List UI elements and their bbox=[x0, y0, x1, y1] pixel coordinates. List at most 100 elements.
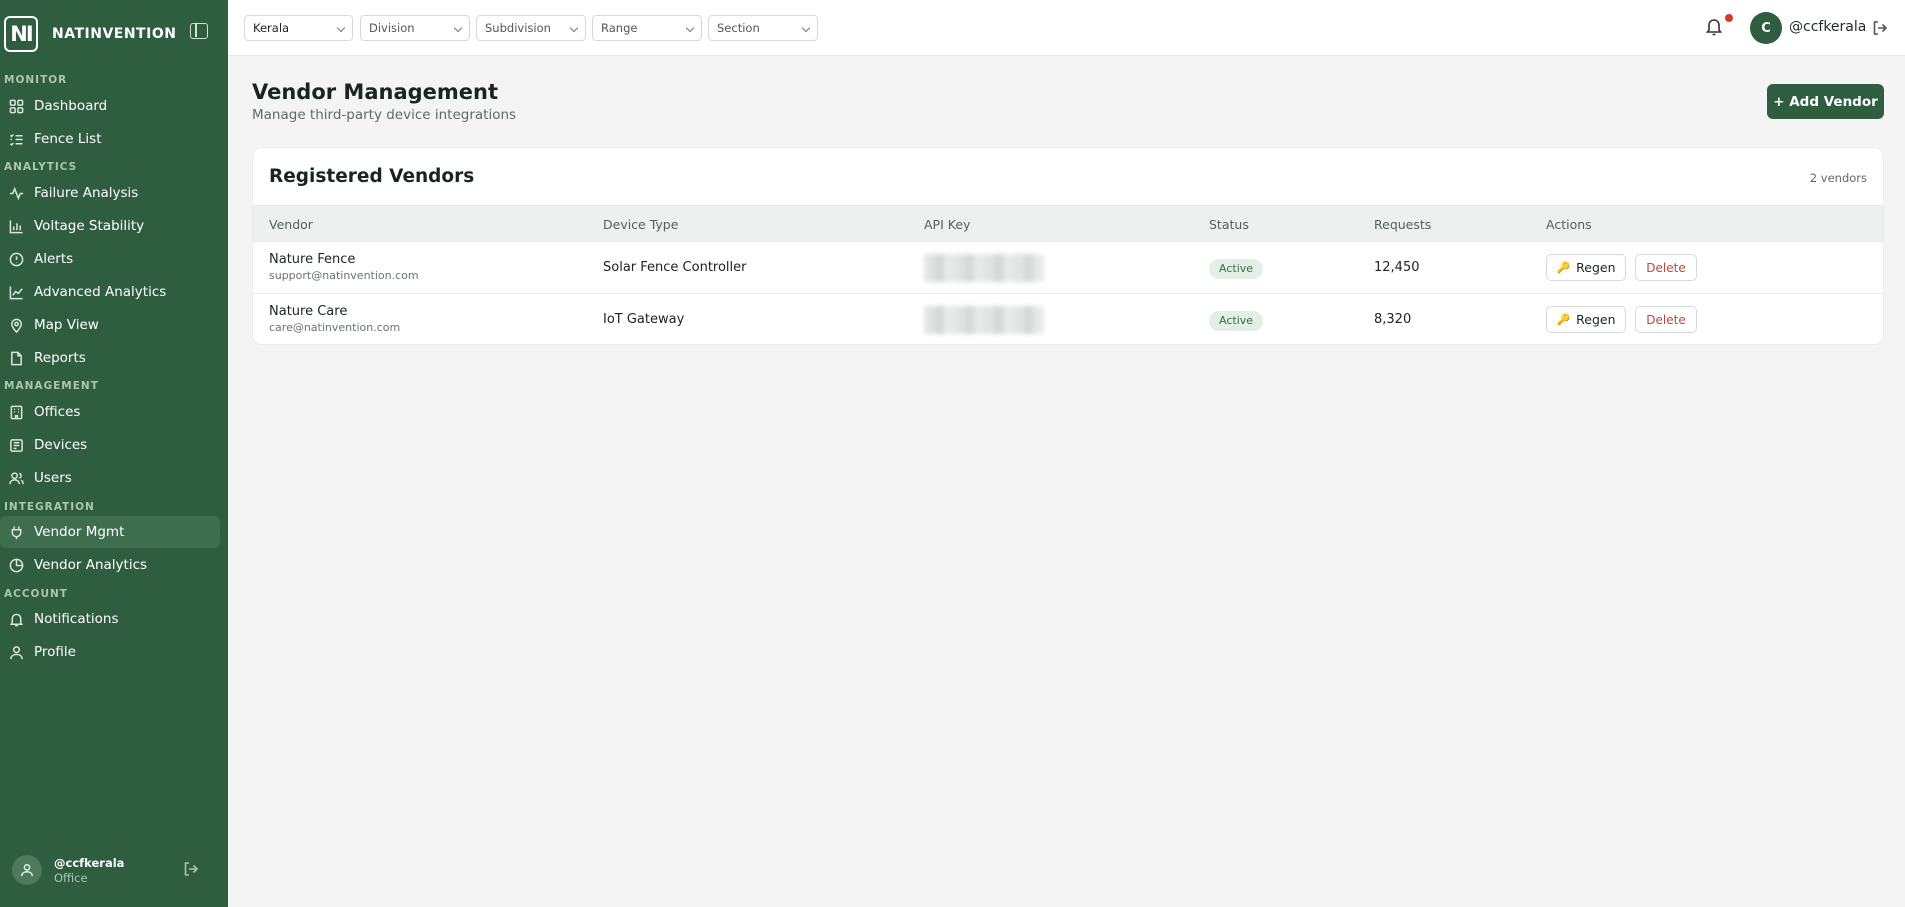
bell-icon bbox=[8, 611, 24, 627]
sidebar-item-label: Reports bbox=[34, 350, 86, 366]
sidebar-item-failure-analysis[interactable]: Failure Analysis bbox=[0, 177, 220, 209]
page-title: Vendor Management bbox=[252, 80, 499, 104]
file-icon bbox=[8, 350, 24, 366]
chevron-down-icon bbox=[569, 23, 579, 33]
section-label-management: MANAGEMENT bbox=[4, 380, 99, 392]
sidebar-user-name: @ccfkerala bbox=[54, 855, 125, 870]
table-header: Vendor Device Type API Key Status Reques… bbox=[253, 205, 1883, 242]
line-chart-icon bbox=[8, 284, 24, 300]
table-row: Nature Care care@natinvention.com IoT Ga… bbox=[253, 294, 1883, 344]
range-filter-value: Range bbox=[601, 21, 638, 35]
key-icon: 🔑 bbox=[1556, 261, 1571, 274]
subdivision-filter-select[interactable]: Subdivision bbox=[476, 15, 586, 41]
device-type: IoT Gateway bbox=[603, 312, 685, 327]
sidebar-item-offices[interactable]: Offices bbox=[0, 396, 220, 428]
chevron-down-icon bbox=[685, 23, 695, 33]
vendor-email: support@natinvention.com bbox=[269, 269, 419, 282]
vendor-name: Nature Care bbox=[269, 304, 348, 319]
sidebar-item-fence-list[interactable]: Fence List bbox=[0, 123, 220, 155]
column-header-actions: Actions bbox=[1546, 217, 1592, 232]
sidebar-item-label: Vendor Mgmt bbox=[34, 524, 125, 540]
column-header-device-type[interactable]: Device Type bbox=[603, 217, 678, 232]
sidebar-item-label: Users bbox=[34, 470, 72, 486]
sidebar-item-map-view[interactable]: Map View bbox=[0, 309, 220, 341]
vendor-count: 2 vendors bbox=[1809, 171, 1867, 185]
api-key-masked bbox=[924, 306, 1044, 334]
plug-icon bbox=[8, 524, 24, 540]
sidebar-item-label: Map View bbox=[34, 317, 99, 333]
logout-icon[interactable] bbox=[183, 861, 199, 881]
sidebar-toggle-icon[interactable] bbox=[190, 23, 208, 39]
column-header-requests[interactable]: Requests bbox=[1374, 217, 1431, 232]
sidebar-item-devices[interactable]: Devices bbox=[0, 429, 220, 461]
notification-bell-icon[interactable] bbox=[1705, 16, 1723, 40]
list-check-icon bbox=[8, 131, 24, 147]
sidebar: NI NATINVENTION MONITOR Dashboard Fence … bbox=[0, 0, 228, 907]
delete-vendor-button[interactable]: Delete bbox=[1635, 254, 1697, 281]
sidebar-item-dashboard[interactable]: Dashboard bbox=[0, 90, 220, 122]
request-count: 8,320 bbox=[1374, 312, 1412, 327]
building-icon bbox=[8, 404, 24, 420]
status-badge: Active bbox=[1209, 259, 1264, 279]
division-filter-select[interactable]: Division bbox=[360, 15, 470, 41]
sidebar-item-vendor-analytics[interactable]: Vendor Analytics bbox=[0, 549, 220, 581]
page-subtitle: Manage third-party device integrations bbox=[252, 107, 517, 123]
sidebar-item-label: Advanced Analytics bbox=[34, 284, 167, 300]
chevron-down-icon bbox=[336, 23, 346, 33]
vendor-name: Nature Fence bbox=[269, 252, 356, 267]
sidebar-item-label: Failure Analysis bbox=[34, 185, 139, 201]
logout-icon[interactable] bbox=[1872, 20, 1888, 40]
api-key-masked bbox=[924, 254, 1044, 282]
map-pin-icon bbox=[8, 317, 24, 333]
sidebar-item-advanced-analytics[interactable]: Advanced Analytics bbox=[0, 276, 220, 308]
range-filter-select[interactable]: Range bbox=[592, 15, 702, 41]
sidebar-item-voltage-stability[interactable]: Voltage Stability bbox=[0, 210, 220, 242]
sidebar-item-label: Devices bbox=[34, 437, 88, 453]
regen-label: Regen bbox=[1576, 260, 1616, 275]
sidebar-item-alerts[interactable]: Alerts bbox=[0, 243, 220, 275]
sidebar-item-notifications[interactable]: Notifications bbox=[0, 603, 220, 635]
column-header-vendor[interactable]: Vendor bbox=[269, 217, 313, 232]
add-vendor-button[interactable]: + Add Vendor bbox=[1767, 84, 1884, 119]
vendors-card: Registered Vendors 2 vendors Vendor Devi… bbox=[252, 147, 1884, 345]
regen-key-button[interactable]: 🔑 Regen bbox=[1546, 254, 1626, 281]
user-icon bbox=[8, 644, 24, 660]
sidebar-item-label: Dashboard bbox=[34, 98, 108, 114]
section-filter-select[interactable]: Section bbox=[708, 15, 818, 41]
status-badge: Active bbox=[1209, 311, 1264, 331]
vendor-email: care@natinvention.com bbox=[269, 321, 401, 334]
grid-icon bbox=[8, 98, 24, 114]
sidebar-user-role: Office bbox=[54, 870, 88, 885]
table-row: Nature Fence support@natinvention.com So… bbox=[253, 242, 1883, 294]
user-avatar-icon bbox=[12, 855, 42, 885]
column-header-api-key[interactable]: API Key bbox=[924, 217, 970, 232]
top-username[interactable]: @ccfkerala bbox=[1789, 19, 1866, 35]
notification-dot bbox=[1725, 14, 1733, 22]
delete-vendor-button[interactable]: Delete bbox=[1635, 306, 1697, 333]
sidebar-item-reports[interactable]: Reports bbox=[0, 342, 220, 374]
sidebar-user[interactable]: @ccfkerala Office bbox=[12, 855, 124, 885]
sidebar-item-label: Alerts bbox=[34, 251, 74, 267]
brand-logo: NI bbox=[4, 16, 38, 52]
column-header-status[interactable]: Status bbox=[1209, 217, 1249, 232]
chevron-down-icon bbox=[801, 23, 811, 33]
regen-key-button[interactable]: 🔑 Regen bbox=[1546, 306, 1626, 333]
request-count: 12,450 bbox=[1374, 260, 1420, 275]
brand[interactable]: NI NATINVENTION bbox=[4, 16, 176, 52]
users-icon bbox=[8, 470, 24, 486]
sidebar-item-profile[interactable]: Profile bbox=[0, 636, 220, 668]
device-type: Solar Fence Controller bbox=[603, 260, 747, 275]
state-filter-select[interactable]: Kerala bbox=[244, 15, 353, 41]
sidebar-item-label: Notifications bbox=[34, 611, 119, 627]
sidebar-item-users[interactable]: Users bbox=[0, 462, 220, 494]
pie-chart-icon bbox=[8, 557, 24, 573]
regen-label: Regen bbox=[1576, 312, 1616, 327]
avatar[interactable]: C bbox=[1750, 12, 1782, 44]
section-label-account: ACCOUNT bbox=[4, 588, 68, 600]
chevron-down-icon bbox=[453, 23, 463, 33]
sidebar-item-vendor-mgmt[interactable]: Vendor Mgmt bbox=[0, 516, 220, 548]
sidebar-item-label: Profile bbox=[34, 644, 76, 660]
card-title: Registered Vendors bbox=[269, 166, 475, 187]
state-filter-value: Kerala bbox=[253, 21, 290, 35]
sidebar-item-label: Fence List bbox=[34, 131, 102, 147]
